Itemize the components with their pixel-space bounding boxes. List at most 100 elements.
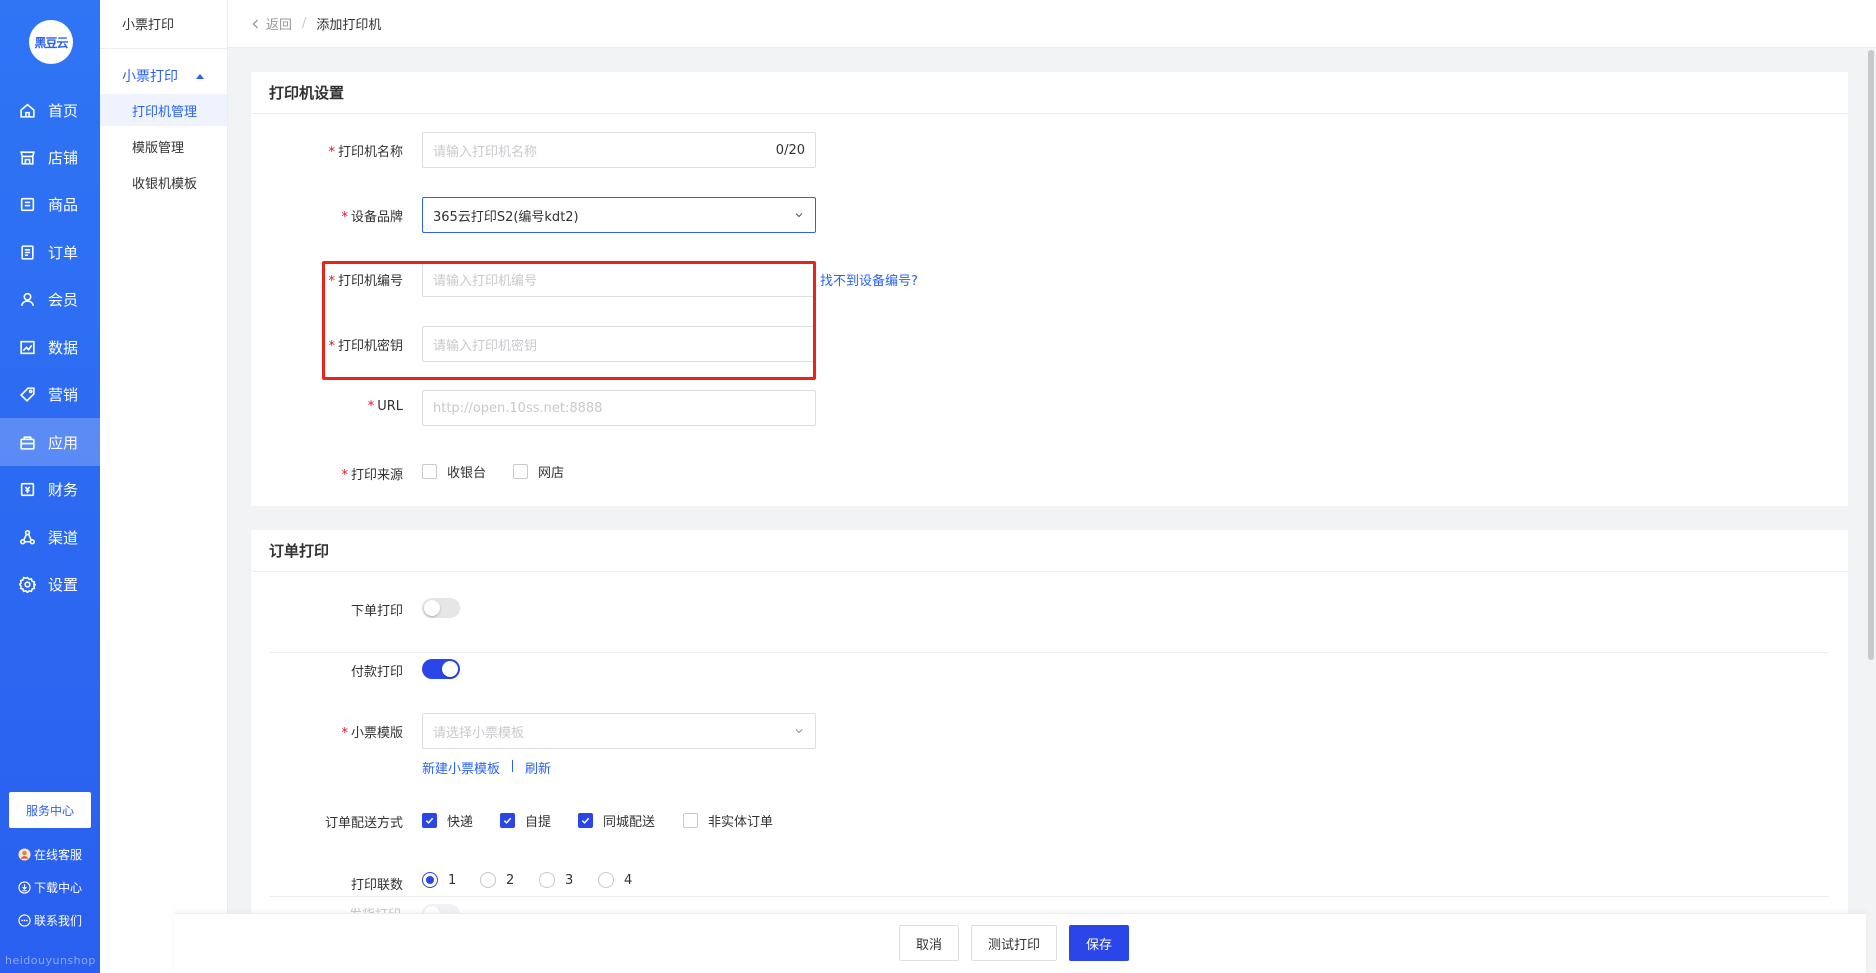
page-scrollbar-thumb[interactable]: [1868, 50, 1874, 660]
required-mark: *: [367, 399, 375, 414]
payment-print-label: 付款打印: [350, 665, 403, 680]
data-icon: [18, 338, 36, 356]
delivery-checkbox-local[interactable]: 同城配送: [578, 811, 655, 830]
char-counter: 0/20: [775, 142, 805, 158]
required-mark: *: [328, 145, 335, 160]
section-divider: [270, 896, 1829, 897]
watermark-text: heidouyunshop: [5, 954, 96, 967]
copies-radio-1[interactable]: 1: [422, 872, 456, 888]
radio-dot: [539, 872, 555, 888]
subnav-item-cashier-template[interactable]: 收银机模板: [100, 166, 227, 198]
app-logo[interactable]: 黑豆云: [29, 20, 73, 64]
contact-us-link[interactable]: 联系我们: [18, 912, 100, 929]
nav-item-store[interactable]: 店铺: [0, 133, 100, 181]
chevron-left-icon: [250, 18, 262, 30]
order-print-card: 订单打印: [251, 530, 1848, 973]
order-icon: [18, 243, 36, 261]
nav-item-member[interactable]: 会员: [0, 275, 100, 323]
subnav-group-receipt-print[interactable]: 小票打印: [122, 66, 204, 86]
action-bar: 取消 测试打印 保存: [174, 913, 1866, 973]
checkbox-box: [683, 813, 698, 828]
breadcrumb-separator: /: [302, 16, 307, 31]
new-template-link[interactable]: 新建小票模板: [422, 758, 500, 777]
receipt-template-label: * 小票模版: [341, 726, 403, 741]
test-print-button[interactable]: 测试打印: [971, 925, 1057, 961]
serial-help-link[interactable]: 找不到设备编号?: [820, 270, 918, 289]
payment-print-toggle[interactable]: [422, 659, 460, 679]
sub-nav: 小票打印 小票打印 打印机管理 模版管理 收银机模板: [100, 0, 228, 973]
service-center-button[interactable]: 服务中心: [9, 792, 91, 828]
subnav-item-printer-management[interactable]: 打印机管理: [100, 94, 227, 126]
channel-icon: [18, 528, 36, 546]
apps-icon: [18, 433, 36, 451]
nav-item-home[interactable]: 首页: [0, 86, 100, 134]
avatar-icon: [18, 848, 31, 861]
source-checkbox-webstore[interactable]: 网店: [513, 462, 564, 481]
nav-item-apps[interactable]: 应用: [0, 418, 100, 466]
copies-radio-4[interactable]: 4: [598, 872, 632, 888]
checkbox-box: [578, 813, 593, 828]
nav-item-finance[interactable]: 财务: [0, 465, 100, 513]
section-divider: [270, 652, 1829, 653]
order-print-title: 订单打印: [251, 530, 1848, 572]
chat-icon: [18, 914, 31, 927]
page-header: 返回 / 添加打印机: [228, 0, 1876, 48]
toggle-knob: [424, 600, 440, 616]
place-order-print-toggle[interactable]: [422, 598, 460, 618]
checkbox-box: [422, 464, 437, 479]
copies-radio-3[interactable]: 3: [539, 872, 573, 888]
checkbox-box: [422, 813, 437, 828]
member-icon: [18, 290, 36, 308]
device-brand-select[interactable]: 365云打印S2(编号kdt2): [422, 197, 816, 233]
required-mark: *: [341, 468, 348, 483]
url-input[interactable]: http://open.10ss.net:8888: [422, 390, 816, 426]
tag-icon: [18, 385, 36, 403]
save-button[interactable]: 保存: [1069, 925, 1129, 961]
print-source-label: * 打印来源: [341, 468, 403, 483]
checkbox-box: [500, 813, 515, 828]
toggle-knob: [442, 661, 458, 677]
radio-dot: [480, 872, 496, 888]
copies-radio-2[interactable]: 2: [480, 872, 514, 888]
chevron-down-icon: [793, 725, 805, 737]
subnav-divider: [100, 48, 227, 49]
link-separator: [512, 760, 513, 772]
subnav-item-template-management[interactable]: 模版管理: [100, 130, 227, 162]
url-label: * URL: [367, 399, 403, 414]
source-checkbox-cashier[interactable]: 收银台: [422, 462, 486, 481]
online-service-link[interactable]: 在线客服: [18, 846, 100, 863]
home-icon: [18, 101, 36, 119]
place-order-print-label: 下单打印: [350, 604, 403, 619]
delivery-checkbox-virtual[interactable]: 非实体订单: [683, 811, 773, 830]
gear-icon: [18, 575, 36, 593]
delivery-checkbox-express[interactable]: 快递: [422, 811, 473, 830]
nav-item-data[interactable]: 数据: [0, 323, 100, 371]
nav-item-goods[interactable]: 商品: [0, 180, 100, 228]
download-center-link[interactable]: 下载中心: [18, 879, 100, 896]
printer-settings-title: 打印机设置: [251, 72, 1848, 114]
printer-serial-input[interactable]: 请输入打印机编号: [422, 261, 816, 297]
download-icon: [18, 881, 31, 894]
goods-icon: [18, 195, 36, 213]
refresh-link[interactable]: 刷新: [525, 758, 551, 777]
main-nav: 黑豆云 首页 店铺 商品 订单 会员 数据 营销 应用 财务 渠道 设置 服务中…: [0, 0, 100, 973]
breadcrumb-current: 添加打印机: [316, 18, 382, 33]
printer-secret-label: * 打印机密钥: [328, 339, 403, 354]
printer-serial-label: * 打印机编号: [328, 274, 403, 289]
back-link[interactable]: 返回: [250, 14, 292, 33]
receipt-template-select[interactable]: 请选择小票模板: [422, 713, 816, 749]
cancel-button[interactable]: 取消: [899, 925, 959, 961]
nav-item-order[interactable]: 订单: [0, 228, 100, 276]
finance-icon: [18, 480, 36, 498]
printer-secret-input[interactable]: 请输入打印机密钥: [422, 326, 816, 362]
subnav-title: 小票打印: [122, 18, 175, 33]
printer-name-label: * 打印机名称: [328, 145, 403, 160]
chevron-down-icon: [793, 209, 805, 221]
store-icon: [18, 148, 36, 166]
printer-name-input[interactable]: 请输入打印机名称 0/20: [422, 132, 816, 168]
nav-item-channel[interactable]: 渠道: [0, 513, 100, 561]
nav-item-marketing[interactable]: 营销: [0, 370, 100, 418]
nav-item-settings[interactable]: 设置: [0, 560, 100, 608]
radio-dot: [422, 872, 438, 888]
delivery-checkbox-pickup[interactable]: 自提: [500, 811, 551, 830]
